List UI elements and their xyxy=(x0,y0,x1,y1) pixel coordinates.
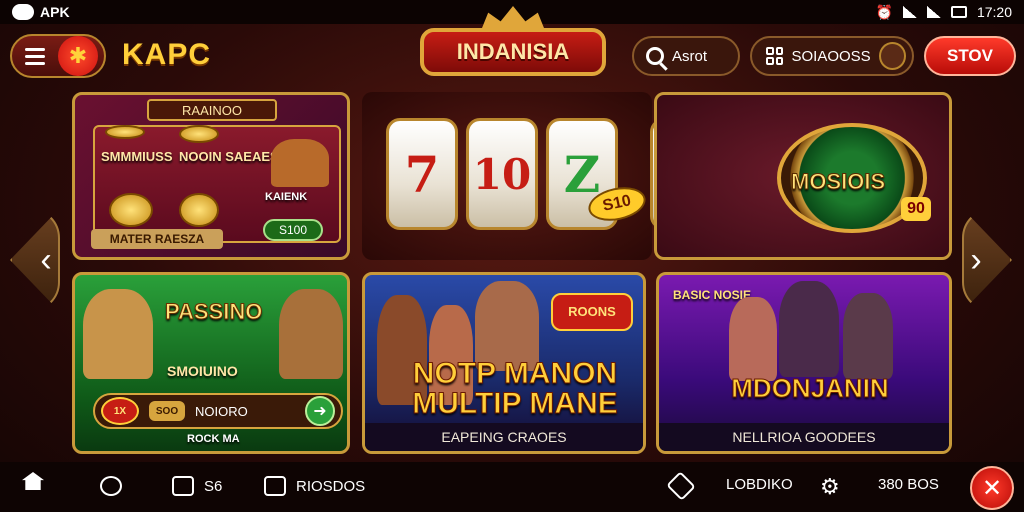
nav-item-2[interactable]: S6 xyxy=(172,476,222,496)
card-title: PASSINO xyxy=(164,299,263,325)
status-icons: ⏰ 17:20 xyxy=(876,4,1012,21)
card-text-a: SMMMIUSS xyxy=(101,149,173,164)
bonus-badge-text: ROONS xyxy=(568,304,616,319)
nav-home[interactable] xyxy=(22,472,44,490)
brand-logo: KAPC xyxy=(122,38,212,71)
search-button[interactable]: Asrot xyxy=(632,36,740,76)
action-button[interactable]: STOV xyxy=(924,36,1016,76)
star-icon: ✱ xyxy=(68,43,88,68)
coin-icon xyxy=(109,193,153,227)
card-text-c: KAIENK xyxy=(265,191,308,203)
gear-icon: ⚙ xyxy=(820,474,840,499)
game-card-multiplier[interactable]: ROONS NOTP MANON MULTIP MANE EAPEING CRA… xyxy=(362,272,646,454)
next-arrow-button[interactable]: › xyxy=(962,208,1012,312)
card-subtitle: SMOIUINO xyxy=(167,363,238,379)
hamburger-icon xyxy=(25,47,45,51)
game-card-roulette[interactable]: MOSIOIS 90 xyxy=(654,92,952,260)
signal-icon xyxy=(902,6,917,18)
card-price-button[interactable]: S100 xyxy=(263,219,323,241)
bet-text: NOIORO xyxy=(195,403,248,419)
card-text-b: NOOIN SAEAES xyxy=(179,149,279,164)
nav-label: RIOSDOS xyxy=(296,477,366,495)
bonus-badge: ROONS xyxy=(551,293,633,331)
hamburger-icon xyxy=(25,54,45,58)
status-app-label: APK xyxy=(40,4,70,20)
slot-reel: 7 xyxy=(386,118,458,230)
apk-icon xyxy=(12,4,34,20)
character-icon xyxy=(729,297,777,381)
edit-icon xyxy=(172,476,194,496)
close-icon: ✕ xyxy=(981,474,1003,502)
character-icon xyxy=(779,281,839,377)
roulette-chip: 90 xyxy=(901,197,931,221)
favorites-button[interactable]: ✱ xyxy=(58,36,98,76)
card-caption: EAPEING CRAOES xyxy=(365,423,643,451)
play-button[interactable]: ➜ xyxy=(305,396,335,426)
diamond-icon xyxy=(666,471,696,501)
nav-item-4[interactable] xyxy=(666,471,696,501)
card-caption: NELLRIOA GOODEES xyxy=(659,423,949,451)
card-plaque: RAAINOO xyxy=(147,99,277,121)
battery-icon xyxy=(950,6,967,18)
nav-settings[interactable]: ⚙ xyxy=(820,474,840,500)
grid-icon xyxy=(766,47,784,65)
card-footer: ROCK MA xyxy=(187,433,240,445)
slot-reel: 10 xyxy=(466,118,538,230)
coin-icon xyxy=(105,125,145,139)
previous-arrow-button[interactable]: ‹ xyxy=(10,208,60,312)
game-card-1[interactable]: RAAINOO SMMMIUSS NOOIN SAEAES KAIENK S10… xyxy=(72,92,350,260)
card-title: MDONJANIN xyxy=(731,373,889,404)
account-label: SOIAOOSS xyxy=(791,47,871,65)
close-button[interactable]: ✕ xyxy=(970,466,1014,510)
roulette-label: MOSIOIS xyxy=(790,169,886,195)
chevron-right-icon: › xyxy=(970,240,982,279)
card-title: NOTP MANON MULTIP MANE xyxy=(412,357,619,420)
search-label: Asrot xyxy=(672,47,708,65)
avatar-icon[interactable] xyxy=(878,42,906,70)
lion-icon xyxy=(83,289,153,379)
game-card-casino[interactable]: BASIC NOSIE MDONJANIN NELLRIOA GOODEES xyxy=(656,272,952,454)
nav-item-5[interactable]: 380 BOS xyxy=(878,476,939,493)
hamburger-icon xyxy=(25,61,45,65)
nav-label: LOBDIKO xyxy=(726,476,793,493)
bottom-nav: S6 RIOSDOS LOBDIKO ⚙ 380 BOS ✕ xyxy=(0,462,1024,512)
page-title: INDANISIA xyxy=(420,28,606,76)
account-button[interactable]: SOIAOOSS xyxy=(750,36,914,76)
game-card-jungle[interactable]: PASSINO SMOIUINO 1X SOO NOIORO ➜ ROCK MA xyxy=(72,272,350,454)
tiger-icon xyxy=(279,289,343,379)
flag-icon xyxy=(264,476,286,496)
status-app: APK xyxy=(12,4,70,20)
nav-item-3[interactable]: RIOSDOS xyxy=(264,476,365,496)
chat-icon xyxy=(100,476,122,496)
menu-button[interactable] xyxy=(12,36,58,76)
search-icon xyxy=(646,47,664,65)
nav-item-4-label[interactable]: LOBDIKO xyxy=(726,476,793,493)
bet-badge: 1X xyxy=(101,397,139,425)
card-footer: MATER RAESZA xyxy=(91,229,223,249)
wifi-icon xyxy=(926,6,941,18)
status-time: 17:20 xyxy=(976,4,1012,20)
coin-icon xyxy=(179,193,219,227)
tiger-icon xyxy=(271,139,329,187)
coin-icon xyxy=(179,125,219,143)
bet-chip: SOO xyxy=(149,401,185,421)
alarm-icon: ⏰ xyxy=(875,3,893,20)
nav-label: S6 xyxy=(204,477,223,495)
arrow-right-icon: ➜ xyxy=(313,403,327,420)
top-bar: ✱ KAPC INDANISIA Asrot SOIAOOSS STOV xyxy=(0,6,1024,84)
card-bet-bar: 1X SOO NOIORO ➜ xyxy=(93,393,343,429)
nav-label: 380 BOS xyxy=(878,476,939,493)
home-icon xyxy=(22,472,44,490)
chevron-left-icon: ‹ xyxy=(40,240,52,279)
character-icon xyxy=(843,293,893,379)
game-card-slot[interactable]: 7 10 Z S10 xyxy=(362,92,652,260)
menu-pill: ✱ xyxy=(10,34,106,78)
nav-chat[interactable] xyxy=(100,476,122,496)
